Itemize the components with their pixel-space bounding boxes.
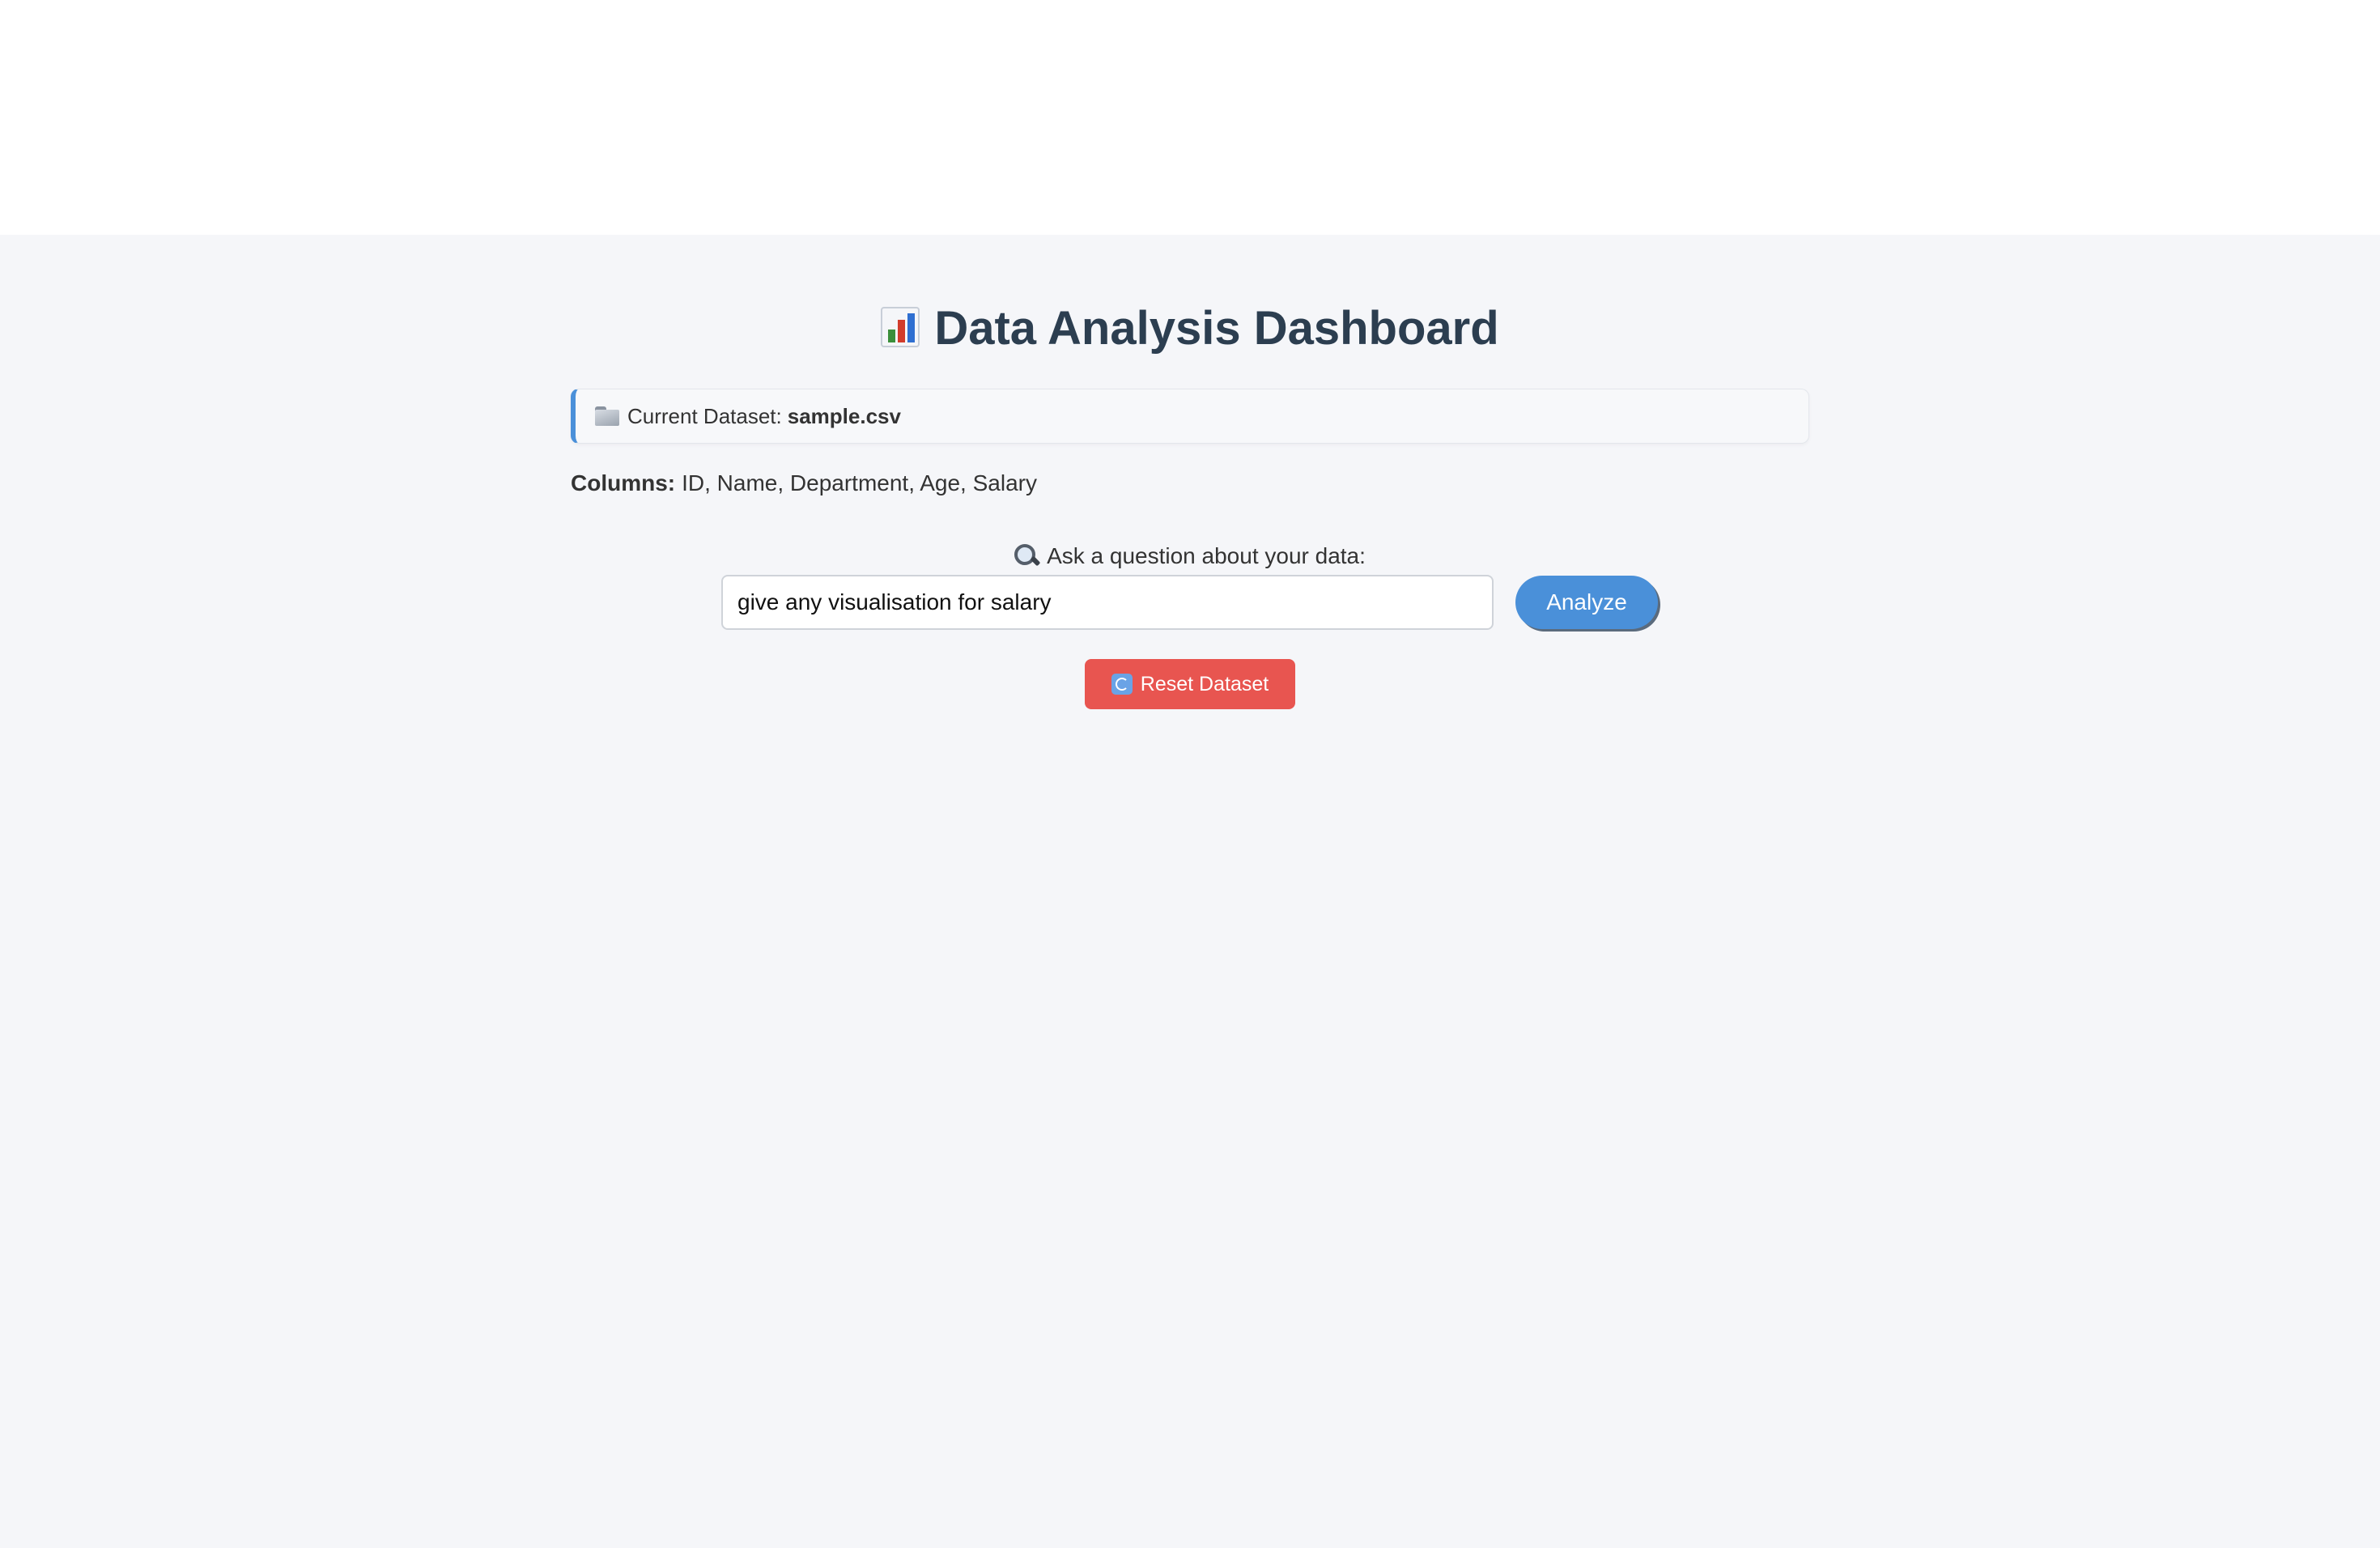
page-title: Data Analysis Dashboard [0, 296, 2380, 361]
question-label-text: Ask a question about your data: [1047, 543, 1366, 568]
columns-label: Columns: [571, 470, 676, 495]
page-title-text: Data Analysis Dashboard [934, 302, 1499, 355]
bar-chart-icon [881, 307, 920, 347]
current-dataset-name: sample.csv [787, 403, 901, 428]
columns-value: ID, Name, Department, Age, Salary [682, 470, 1037, 495]
analyze-button[interactable]: Analyze [1515, 576, 1658, 629]
reset-dataset-label: Reset Dataset [1140, 672, 1269, 695]
top-banner-area [0, 0, 2380, 235]
question-input[interactable] [721, 575, 1494, 630]
question-label: Ask a question about your data: [0, 541, 2380, 572]
refresh-icon [1111, 674, 1133, 695]
columns-info: Columns: ID, Name, Department, Age, Salar… [571, 468, 1037, 499]
current-dataset-panel: Current Dataset: sample.csv [571, 389, 1809, 444]
current-dataset-label: Current Dataset: [627, 403, 782, 428]
folder-icon [595, 406, 619, 426]
search-icon [1014, 544, 1039, 568]
reset-dataset-button[interactable]: Reset Dataset [1085, 659, 1295, 709]
